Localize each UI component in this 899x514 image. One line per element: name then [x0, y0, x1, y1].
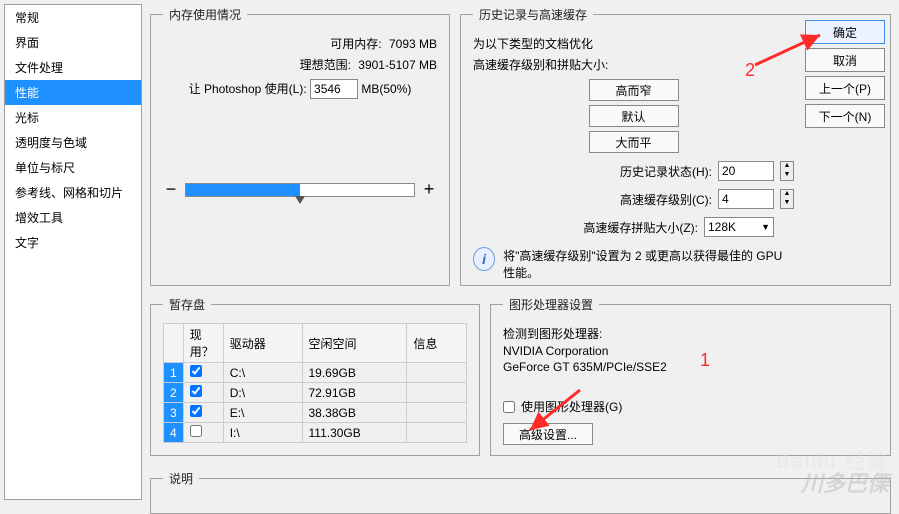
cache-info-text: 将"高速缓存级别"设置为 2 或更高以获得最佳的 GPU 性能。: [503, 247, 794, 281]
memory-slider-minus[interactable]: −: [163, 179, 179, 200]
sidebar-item-cursors[interactable]: 光标: [5, 105, 141, 130]
cache-levels-label: 高速缓存级别(C):: [620, 191, 712, 208]
memory-amount-suffix: MB(50%): [361, 82, 411, 96]
next-button[interactable]: 下一个(N): [805, 104, 885, 128]
table-row[interactable]: 2 D:\ 72.91GB: [164, 383, 467, 403]
ok-button[interactable]: 确定: [805, 20, 885, 44]
gpu-vendor: NVIDIA Corporation: [503, 344, 794, 358]
use-gpu-label: 使用图形处理器(G): [521, 398, 622, 415]
sidebar-item-guides[interactable]: 参考线、网格和切片: [5, 180, 141, 205]
prev-button[interactable]: 上一个(P): [805, 76, 885, 100]
watermark-site: 川多巴傈: [801, 466, 889, 498]
sidebar-item-performance[interactable]: 性能: [5, 80, 141, 105]
scratch-row-checkbox[interactable]: [190, 425, 202, 437]
cancel-button[interactable]: 取消: [805, 48, 885, 72]
scratch-row-checkbox[interactable]: [190, 405, 202, 417]
history-states-spinner[interactable]: ▲▼: [780, 161, 794, 181]
memory-amount-input[interactable]: [310, 79, 358, 99]
memory-slider-fill: [186, 184, 300, 196]
table-row[interactable]: 4 I:\ 111.30GB: [164, 423, 467, 443]
scratch-row-checkbox[interactable]: [190, 385, 202, 397]
gpu-legend: 图形处理器设置: [503, 296, 599, 313]
ideal-range-value: 3901-5107 MB: [358, 58, 437, 72]
tile-size-label: 高速缓存拼贴大小(Z):: [583, 219, 698, 236]
gpu-detected-label: 检测到图形处理器:: [503, 325, 794, 342]
memory-slider[interactable]: [185, 183, 415, 197]
sidebar-item-filehandling[interactable]: 文件处理: [5, 55, 141, 80]
description-group: 说明: [150, 470, 891, 514]
table-row[interactable]: 1 C:\ 19.69GB: [164, 363, 467, 383]
available-ram-value: 7093 MB: [389, 37, 437, 51]
scratch-disks-group: 暂存盘 现用？ 驱动器 空闲空间 信息 1: [150, 296, 480, 456]
sidebar-item-interface[interactable]: 界面: [5, 30, 141, 55]
category-sidebar: 常规 界面 文件处理 性能 光标 透明度与色域 单位与标尺 参考线、网格和切片 …: [4, 4, 142, 500]
sidebar-item-general[interactable]: 常规: [5, 5, 141, 30]
scratch-row-checkbox[interactable]: [190, 365, 202, 377]
scratch-legend: 暂存盘: [163, 296, 211, 313]
info-icon: i: [473, 247, 495, 271]
preset-default-button[interactable]: 默认: [589, 105, 679, 127]
preset-tall-button[interactable]: 高而窄: [589, 79, 679, 101]
tile-size-combo[interactable]: 128K▼: [704, 217, 774, 237]
dialog-buttons: 确定 取消 上一个(P) 下一个(N): [805, 20, 885, 128]
let-ps-use-label: 让 Photoshop 使用(L):: [189, 82, 307, 96]
gpu-advanced-button[interactable]: 高级设置...: [503, 423, 593, 445]
use-gpu-checkbox[interactable]: [503, 401, 515, 413]
history-states-label: 历史记录状态(H):: [620, 163, 712, 180]
memory-legend: 内存使用情况: [163, 6, 247, 23]
sidebar-item-type[interactable]: 文字: [5, 230, 141, 255]
cache-levels-spinner[interactable]: ▲▼: [780, 189, 794, 209]
col-drive: 驱动器: [223, 324, 302, 363]
memory-slider-plus[interactable]: +: [421, 179, 437, 200]
memory-slider-handle[interactable]: [295, 196, 305, 206]
sidebar-item-units[interactable]: 单位与标尺: [5, 155, 141, 180]
cache-levels-input[interactable]: [718, 189, 774, 209]
sidebar-item-plugins[interactable]: 增效工具: [5, 205, 141, 230]
preset-wide-button[interactable]: 大而平: [589, 131, 679, 153]
chevron-down-icon: ▼: [761, 222, 770, 232]
col-info: 信息: [407, 324, 467, 363]
gpu-settings-group: 图形处理器设置 检测到图形处理器: NVIDIA Corporation GeF…: [490, 296, 891, 456]
scratch-disks-table: 现用？ 驱动器 空闲空间 信息 1 C:\ 19.69GB: [163, 323, 467, 443]
gpu-model: GeForce GT 635M/PCIe/SSE2: [503, 360, 794, 374]
history-note2: 高速缓存级别和拼贴大小:: [473, 54, 794, 75]
history-legend: 历史记录与高速缓存: [473, 6, 593, 23]
available-ram-label: 可用内存:: [330, 35, 381, 52]
description-legend: 说明: [163, 470, 199, 487]
table-row[interactable]: 3 E:\ 38.38GB: [164, 403, 467, 423]
ideal-range-label: 理想范围:: [300, 56, 351, 73]
history-note1: 为以下类型的文档优化: [473, 33, 794, 54]
memory-usage-group: 内存使用情况 可用内存: 7093 MB 理想范围: 3901-5107 MB …: [150, 6, 450, 286]
history-states-input[interactable]: [718, 161, 774, 181]
col-free: 空闲空间: [302, 324, 407, 363]
col-active: 现用？: [183, 324, 223, 363]
sidebar-item-transparency[interactable]: 透明度与色域: [5, 130, 141, 155]
